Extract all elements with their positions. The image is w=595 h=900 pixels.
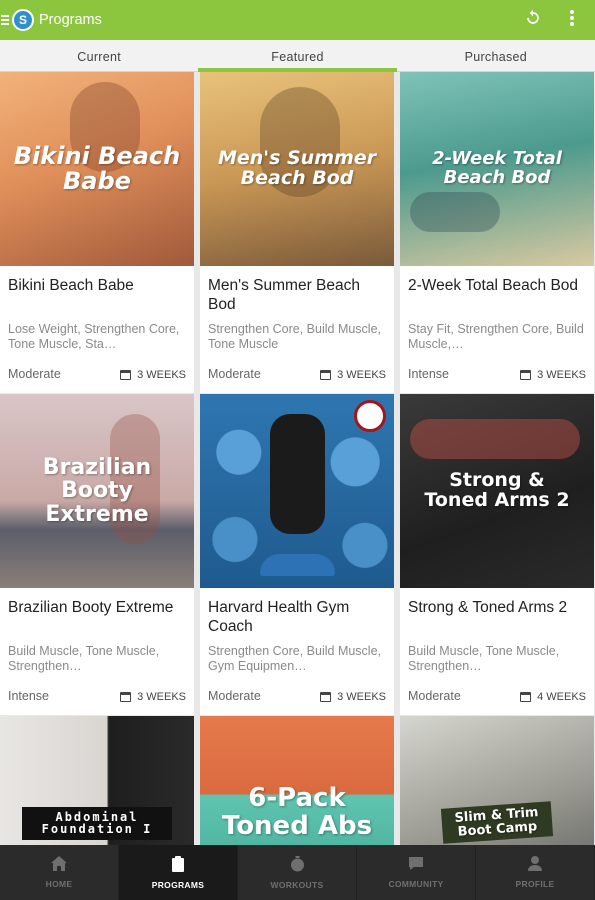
program-card[interactable]: Bikini Beach Babe Bikini Beach Babe Lose…	[0, 72, 194, 393]
overflow-menu-icon[interactable]	[569, 9, 575, 31]
program-image: Strong & Toned Arms 2	[400, 394, 594, 588]
program-tags: Lose Weight, Strengthen Core, Tone Muscl…	[8, 322, 180, 351]
bottom-nav: HOME PROGRAMS WORKOUTS COMMUNITY PROFILE	[0, 845, 595, 900]
calendar-icon	[320, 370, 332, 380]
calendar-icon	[120, 370, 132, 380]
program-duration: 3 WEEKS	[137, 691, 186, 703]
nav-label: WORKOUTS	[270, 879, 324, 890]
program-level: Moderate	[8, 367, 61, 381]
program-image-title: Brazilian Booty Extreme	[42, 455, 152, 527]
program-image: Slim & Trim Boot Camp	[400, 716, 594, 845]
program-card[interactable]: Brazilian Booty Extreme Brazilian Booty …	[0, 394, 194, 715]
program-level: Moderate	[408, 689, 461, 703]
program-tags: Build Muscle, Tone Muscle, Strengthen…	[408, 644, 560, 673]
program-tags: Stay Fit, Strengthen Core, Build Muscle,…	[408, 322, 584, 351]
nav-community[interactable]: COMMUNITY	[357, 845, 476, 900]
program-title: Harvard Health Gym Coach	[208, 599, 350, 636]
program-card[interactable]: Slim & Trim Boot Camp	[400, 716, 594, 845]
menu-icon[interactable]	[1, 15, 9, 25]
nav-label: HOME	[45, 879, 73, 889]
program-image: 6-Pack Toned Abs	[200, 716, 394, 845]
program-card[interactable]: Abdominal Foundation I	[0, 716, 194, 845]
program-image-title: Men's Summer Beach Bod	[217, 147, 377, 189]
program-duration: 4 WEEKS	[537, 691, 586, 703]
program-level: Moderate	[208, 367, 261, 381]
chat-icon	[408, 856, 424, 874]
program-card[interactable]: Strong & Toned Arms 2 Strong & Toned Arm…	[400, 394, 594, 715]
program-level: Intense	[408, 367, 450, 381]
page-title: Programs	[39, 12, 102, 28]
program-image: Brazilian Booty Extreme	[0, 394, 194, 588]
nav-home[interactable]: HOME	[0, 845, 119, 900]
program-image-title: Strong & Toned Arms 2	[424, 469, 570, 511]
program-card[interactable]: 6-Pack Toned Abs	[200, 716, 394, 845]
program-card[interactable]: 2-Week Total Beach Bod 2-Week Total Beac…	[400, 72, 594, 393]
program-image-title: Bikini Beach Babe	[13, 141, 181, 195]
program-title: Brazilian Booty Extreme	[8, 599, 174, 616]
program-card[interactable]: Harvard Health Gym Coach Strengthen Core…	[200, 394, 394, 715]
program-duration: 3 WEEKS	[337, 369, 386, 381]
nav-label: PROFILE	[515, 879, 555, 889]
harvard-badge	[354, 400, 386, 432]
tab-bar: Current Featured Purchased	[0, 40, 595, 72]
calendar-icon	[120, 692, 132, 702]
program-tags: Strengthen Core, Build Muscle, Tone Musc…	[208, 322, 382, 351]
program-image: 2-Week Total Beach Bod	[400, 72, 594, 266]
calendar-icon	[520, 692, 532, 702]
program-title: Men's Summer Beach Bod	[208, 277, 360, 314]
program-card[interactable]: Men's Summer Beach Bod Men's Summer Beac…	[200, 72, 394, 393]
program-duration: 3 WEEKS	[337, 691, 386, 703]
program-title: Bikini Beach Babe	[8, 277, 134, 294]
tab-purchased[interactable]: Purchased	[397, 40, 595, 71]
refresh-icon[interactable]	[523, 8, 543, 32]
tab-featured[interactable]: Featured	[198, 40, 397, 72]
clipboard-icon	[171, 855, 185, 875]
calendar-icon	[520, 370, 532, 380]
nav-profile[interactable]: PROFILE	[476, 845, 595, 900]
tab-current[interactable]: Current	[0, 40, 198, 71]
program-image: Bikini Beach Babe	[0, 72, 194, 266]
program-duration: 3 WEEKS	[137, 369, 186, 381]
program-title: 2-Week Total Beach Bod	[408, 277, 579, 294]
program-image	[200, 394, 394, 588]
program-level: Moderate	[208, 689, 261, 703]
calendar-icon	[320, 692, 332, 702]
stopwatch-icon	[290, 855, 305, 875]
program-grid: Bikini Beach Babe Bikini Beach Babe Lose…	[0, 72, 595, 845]
program-image-title: 2-Week Total Beach Bod	[432, 148, 562, 188]
program-tags: Build Muscle, Tone Muscle, Strengthen…	[8, 644, 160, 673]
program-level: Intense	[8, 689, 50, 703]
program-image-title: Abdominal Foundation I	[22, 806, 172, 840]
program-image: Men's Summer Beach Bod	[200, 72, 394, 266]
program-duration: 3 WEEKS	[537, 369, 586, 381]
program-tags: Strengthen Core, Build Muscle, Gym Equip…	[208, 644, 382, 673]
program-image-title: 6-Pack Toned Abs	[221, 783, 373, 841]
program-image: Abdominal Foundation I	[0, 716, 194, 845]
program-title: Strong & Toned Arms 2	[408, 599, 568, 616]
nav-label: PROGRAMS	[151, 879, 205, 890]
person-icon	[528, 856, 542, 874]
app-bar: S Programs	[0, 0, 595, 40]
program-image-title: Slim & Trim Boot Camp	[440, 800, 554, 844]
app-logo[interactable]: S	[12, 9, 34, 31]
home-icon	[51, 856, 67, 874]
nav-workouts[interactable]: WORKOUTS	[238, 845, 357, 900]
nav-label: COMMUNITY	[388, 879, 444, 889]
nav-programs[interactable]: PROGRAMS	[119, 845, 238, 900]
